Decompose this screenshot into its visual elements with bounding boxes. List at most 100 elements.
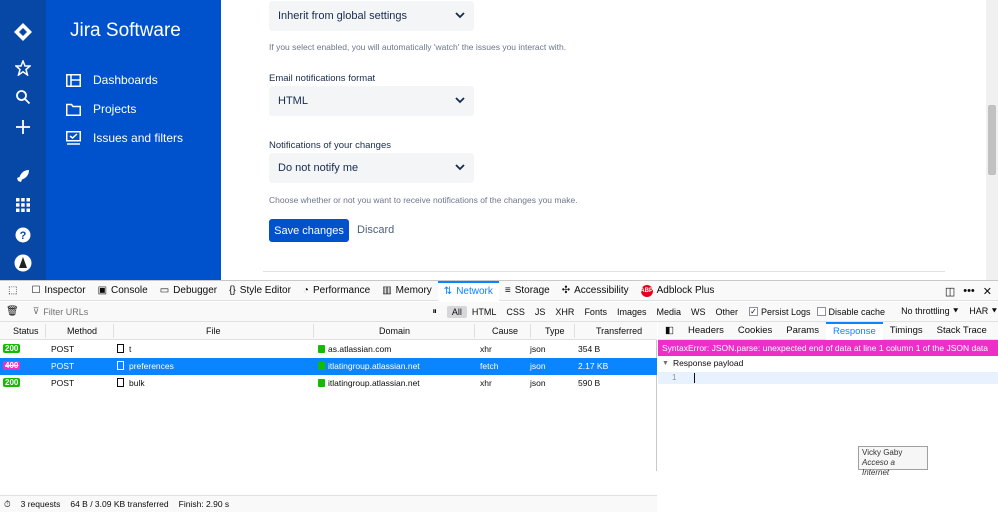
memory-icon: ▥ xyxy=(382,285,392,296)
filter-type-xhr[interactable]: XHR xyxy=(550,306,579,318)
table-row[interactable]: 200 POST t as.atlassian.com xhr json 354… xyxy=(0,341,657,358)
column-cause[interactable]: Cause xyxy=(492,326,518,336)
request-domain: itlatingroup.atlassian.net xyxy=(318,361,420,371)
filter-type-other[interactable]: Other xyxy=(710,306,743,318)
close-icon[interactable]: ✕ xyxy=(983,285,992,298)
request-type: json xyxy=(530,344,546,354)
tab-storage-label: Storage xyxy=(514,285,550,296)
own-changes-label: Notifications of your changes xyxy=(269,140,391,151)
column-method[interactable]: Method xyxy=(67,326,97,336)
request-domain-name: itlatingroup.atlassian.net xyxy=(328,361,420,371)
email-format-label: Email notifications format xyxy=(269,73,376,84)
apps-grid-icon[interactable] xyxy=(13,195,33,215)
lock-icon xyxy=(318,379,325,387)
adblock-plus-icon: ABP xyxy=(640,284,653,297)
tab-accessibility[interactable]: ✣ Accessibility xyxy=(556,281,635,301)
filter-type-images[interactable]: Images xyxy=(612,306,652,318)
tab-adblock-plus-label: Adblock Plus xyxy=(656,285,715,296)
column-transferred[interactable]: Transferred xyxy=(596,326,642,336)
column-domain[interactable]: Domain xyxy=(379,326,410,336)
pause-icon[interactable]: ⏸ xyxy=(432,306,437,317)
trash-icon[interactable]: 🗑 xyxy=(6,306,19,317)
tab-memory[interactable]: ▥ Memory xyxy=(376,281,438,301)
persist-logs-checkbox[interactable]: ✓ Persist Logs xyxy=(749,307,811,317)
devtools-toolbar: ⬚ ☐ Inspector ▣ Console ▭ Debugger {} Style … xyxy=(0,280,998,301)
sidebar-toggle-icon[interactable]: ◧ xyxy=(658,325,681,336)
request-domain: itlatingroup.atlassian.net xyxy=(318,378,420,388)
tab-headers[interactable]: Headers xyxy=(681,325,731,336)
dock-icon[interactable]: ◫ xyxy=(945,285,955,298)
tab-console[interactable]: ▣ Console xyxy=(92,281,154,301)
column-status[interactable]: Status xyxy=(13,326,39,336)
request-file-name: bulk xyxy=(129,378,145,388)
save-changes-button[interactable]: Save changes xyxy=(269,219,349,242)
tab-storage[interactable]: ≡ Storage xyxy=(499,281,556,301)
response-payload-header[interactable]: ▼ Response payload xyxy=(658,356,998,370)
more-options-icon[interactable]: ••• xyxy=(963,285,975,297)
filter-urls-input[interactable]: Filter URLs xyxy=(43,307,402,317)
devtools-panel: ⬚ ☐ Inspector ▣ Console ▭ Debugger {} Style … xyxy=(0,280,998,512)
stopwatch-icon[interactable]: ⏱ xyxy=(4,499,11,510)
request-file: t xyxy=(117,344,131,354)
filter-type-html[interactable]: HTML xyxy=(467,306,502,318)
line-number: 1 xyxy=(672,373,677,382)
tab-response[interactable]: Response xyxy=(825,321,883,340)
own-changes-select[interactable]: Do not notify me xyxy=(269,153,474,183)
tab-timings[interactable]: Timings xyxy=(883,325,930,336)
profile-settings-content: Inherit from global settings If you sele… xyxy=(221,0,986,280)
request-cause: fetch xyxy=(480,361,499,371)
request-transferred: 2.17 KB xyxy=(578,361,609,371)
nav-issues-and-filters[interactable]: Issues and filters xyxy=(66,127,183,149)
table-row[interactable]: 200 POST bulk itlatingroup.atlassian.net… xyxy=(0,375,657,392)
lock-icon xyxy=(318,345,325,353)
throttling-select[interactable]: No throttling ⯆ xyxy=(901,306,959,317)
tab-inspector[interactable]: ☐ Inspector xyxy=(25,281,91,301)
table-row-selected[interactable]: 400 POST preferences itlatingroup.atlass… xyxy=(0,358,657,375)
disable-cache-checkbox[interactable]: Disable cache xyxy=(816,307,885,317)
request-file-name: t xyxy=(129,344,132,354)
text-caret xyxy=(694,373,695,383)
tab-params[interactable]: Params xyxy=(779,325,826,336)
filter-type-js[interactable]: JS xyxy=(530,306,551,318)
user-avatar-icon[interactable] xyxy=(13,253,33,273)
har-menu[interactable]: HAR ⯆ xyxy=(969,306,998,317)
footer-divider xyxy=(263,271,945,272)
column-file[interactable]: File xyxy=(206,326,221,336)
response-editor[interactable]: 1 xyxy=(658,372,998,384)
tab-performance[interactable]: ◔ Performance xyxy=(297,281,376,301)
debugger-icon: ▭ xyxy=(159,285,170,296)
request-count: 3 requests xyxy=(20,499,61,509)
discard-link[interactable]: Discard xyxy=(357,224,394,236)
tab-stack-trace[interactable]: Stack Trace xyxy=(930,325,994,336)
tab-cookies[interactable]: Cookies xyxy=(731,325,779,336)
tab-style-editor-label: Style Editor xyxy=(239,285,291,296)
filter-type-all[interactable]: All xyxy=(446,305,467,318)
email-format-select[interactable]: HTML xyxy=(269,86,474,116)
filter-type-css[interactable]: CSS xyxy=(501,306,530,318)
tab-adblock-plus[interactable]: ABP Adblock Plus xyxy=(635,281,721,301)
tab-style-editor[interactable]: {} Style Editor xyxy=(223,281,297,301)
rocket-icon[interactable] xyxy=(13,166,33,186)
watch-issues-select[interactable]: Inherit from global settings xyxy=(269,1,474,31)
filter-type-fonts[interactable]: Fonts xyxy=(579,306,612,318)
scrollbar-thumb[interactable] xyxy=(988,105,996,175)
nav-projects[interactable]: Projects xyxy=(66,98,136,120)
lock-icon xyxy=(318,362,325,370)
element-picker-icon[interactable]: ⬚ xyxy=(0,281,25,301)
plus-icon[interactable] xyxy=(13,117,33,137)
triangle-down-icon: ▼ xyxy=(662,359,669,367)
chevron-down-icon xyxy=(455,164,465,171)
tab-network[interactable]: ⇅ Network xyxy=(437,280,499,301)
accessibility-icon: ✣ xyxy=(561,285,571,296)
search-icon[interactable] xyxy=(13,87,33,107)
filter-type-media[interactable]: Media xyxy=(651,306,686,318)
global-rail: ? xyxy=(0,0,46,280)
filter-type-ws[interactable]: WS xyxy=(686,306,711,318)
tab-debugger[interactable]: ▭ Debugger xyxy=(154,281,223,301)
star-icon[interactable] xyxy=(13,58,33,78)
help-icon[interactable]: ? xyxy=(13,225,33,245)
column-type[interactable]: Type xyxy=(545,326,565,336)
nav-dashboards[interactable]: Dashboards xyxy=(66,69,158,91)
page-scrollbar[interactable] xyxy=(986,0,998,280)
jira-logo-icon[interactable] xyxy=(13,22,33,42)
